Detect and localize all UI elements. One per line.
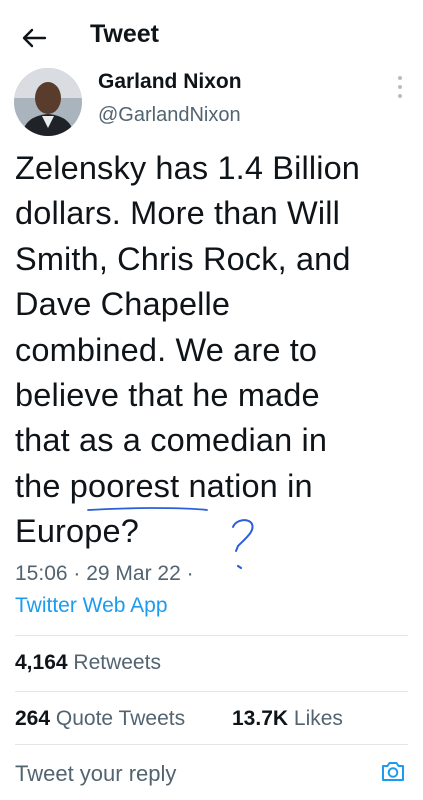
reply-bar: Tweet your reply [0,748,423,800]
quote-tweets-stat[interactable]: 264 Quote Tweets [15,707,185,731]
quote-tweets-count: 264 [15,707,51,730]
quote-tweets-label: Quote Tweets [55,707,186,730]
back-button[interactable] [14,18,54,58]
author-name[interactable]: Garland Nixon [98,70,242,94]
retweets-count: 4,164 [15,651,68,674]
tweet-source-link[interactable]: Twitter Web App [15,594,168,618]
divider [15,691,408,692]
reply-input[interactable]: Tweet your reply [15,756,355,792]
camera-button[interactable] [380,758,406,784]
tweet-text: Zelensky has 1.4 Billion dollars. More t… [15,150,361,550]
top-bar: Tweet [0,0,423,70]
likes-label: Likes [293,707,343,730]
retweets-stat[interactable]: 4,164 Retweets [15,651,161,675]
more-button[interactable] [394,76,406,98]
camera-icon [382,762,404,781]
avatar[interactable] [14,68,82,136]
likes-stat[interactable]: 13.7K Likes [232,707,343,731]
retweets-label: Retweets [73,651,161,674]
more-icon [398,76,402,80]
likes-count: 13.7K [232,707,289,730]
author-handle[interactable]: @GarlandNixon [98,104,241,127]
tweet-timestamp[interactable]: 15:06 · 29 Mar 22 · [15,562,194,586]
arrow-left-icon [22,28,47,48]
divider [15,635,408,636]
divider [15,744,408,745]
page-title: Tweet [90,20,159,48]
